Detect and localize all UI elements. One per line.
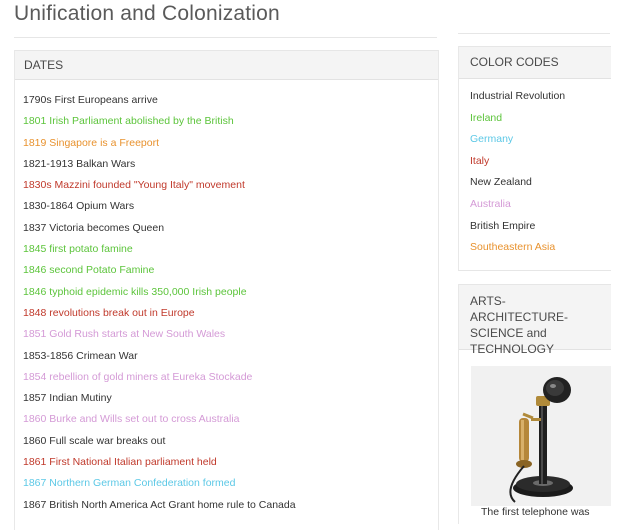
arts-header-line: SCIENCE and (470, 326, 547, 340)
color-code-item: Germany (470, 133, 514, 146)
candlestick-telephone-image[interactable] (471, 366, 611, 506)
arts-header: ARTS-ARCHITECTURE- SCIENCE and TECHNOLOG… (459, 284, 611, 356)
telephone-icon (509, 377, 573, 503)
date-item: 1853-1856 Crimean War (23, 349, 138, 362)
date-item: 1819 Singapore is a Freeport (23, 136, 160, 149)
color-code-item: Industrial Revolution (470, 90, 566, 102)
color-code-item: Southeastern Asia (470, 241, 556, 254)
date-item: 1790s First Europeans arrive (23, 94, 158, 106)
date-item: 1867 British North America Act Grant hom… (23, 498, 296, 511)
color-code-item: Ireland (470, 111, 503, 124)
date-item: 1845 first potato famine (23, 243, 133, 256)
date-item: 1830s Mazzini founded "Young Italy" move… (23, 179, 245, 192)
date-item: 1860 Burke and Wills set out to cross Au… (23, 413, 240, 426)
dates-header: DATES (15, 50, 438, 80)
arts-panel: ARTS-ARCHITECTURE- SCIENCE and TECHNOLOG… (458, 284, 611, 524)
date-item: 1846 second Potato Famine (23, 264, 155, 277)
color-code-item: New Zealand (470, 176, 532, 189)
date-item: 1837 Victoria becomes Queen (23, 221, 165, 234)
color-codes-list: Industrial Revolution Ireland Germany Italy… (470, 86, 565, 259)
date-item: 1821-1913 Balkan Wars (23, 157, 136, 170)
date-item: 1851 Gold Rush starts at New South Wales (23, 328, 226, 341)
color-code-item: British Empire (470, 219, 536, 232)
dates-list: 1790s First Europeans arrive 1801 Irish P… (23, 90, 296, 516)
date-item: 1867 Northern German Confederation forme… (23, 477, 236, 490)
date-item: 1861 First National Italian parliament h… (23, 456, 217, 469)
color-codes-panel: COLOR CODES Industrial Revolution Ireland… (458, 46, 611, 271)
date-item: 1860 Full scale war breaks out (23, 434, 166, 447)
date-item: 1857 Indian Mutiny (23, 392, 112, 405)
arts-header-line: TECHNOLOGY (470, 342, 555, 356)
page-title: Unification and Colonization (14, 2, 280, 25)
date-item: 1830-1864 Opium Wars (23, 200, 135, 213)
date-item: 1846 typhoid epidemic kills 350,000 Iris… (23, 285, 247, 298)
arts-header-line: ARTS-ARCHITECTURE- (470, 294, 568, 324)
date-item: 1801 Irish Parliament abolished by the B… (23, 115, 234, 128)
arts-caption: The first telephone was (481, 506, 590, 518)
date-item: 1854 rebellion of gold miners at Eureka … (23, 370, 253, 383)
title-divider (14, 37, 437, 38)
date-item: 1848 revolutions break out in Europe (23, 306, 195, 319)
color-code-item: Australia (470, 197, 511, 210)
sidebar-divider (458, 33, 610, 34)
color-code-item: Italy (470, 154, 490, 167)
dates-panel: DATES 1790s First Europeans arrive 1801 I… (14, 50, 439, 530)
color-codes-header: COLOR CODES (459, 46, 611, 79)
